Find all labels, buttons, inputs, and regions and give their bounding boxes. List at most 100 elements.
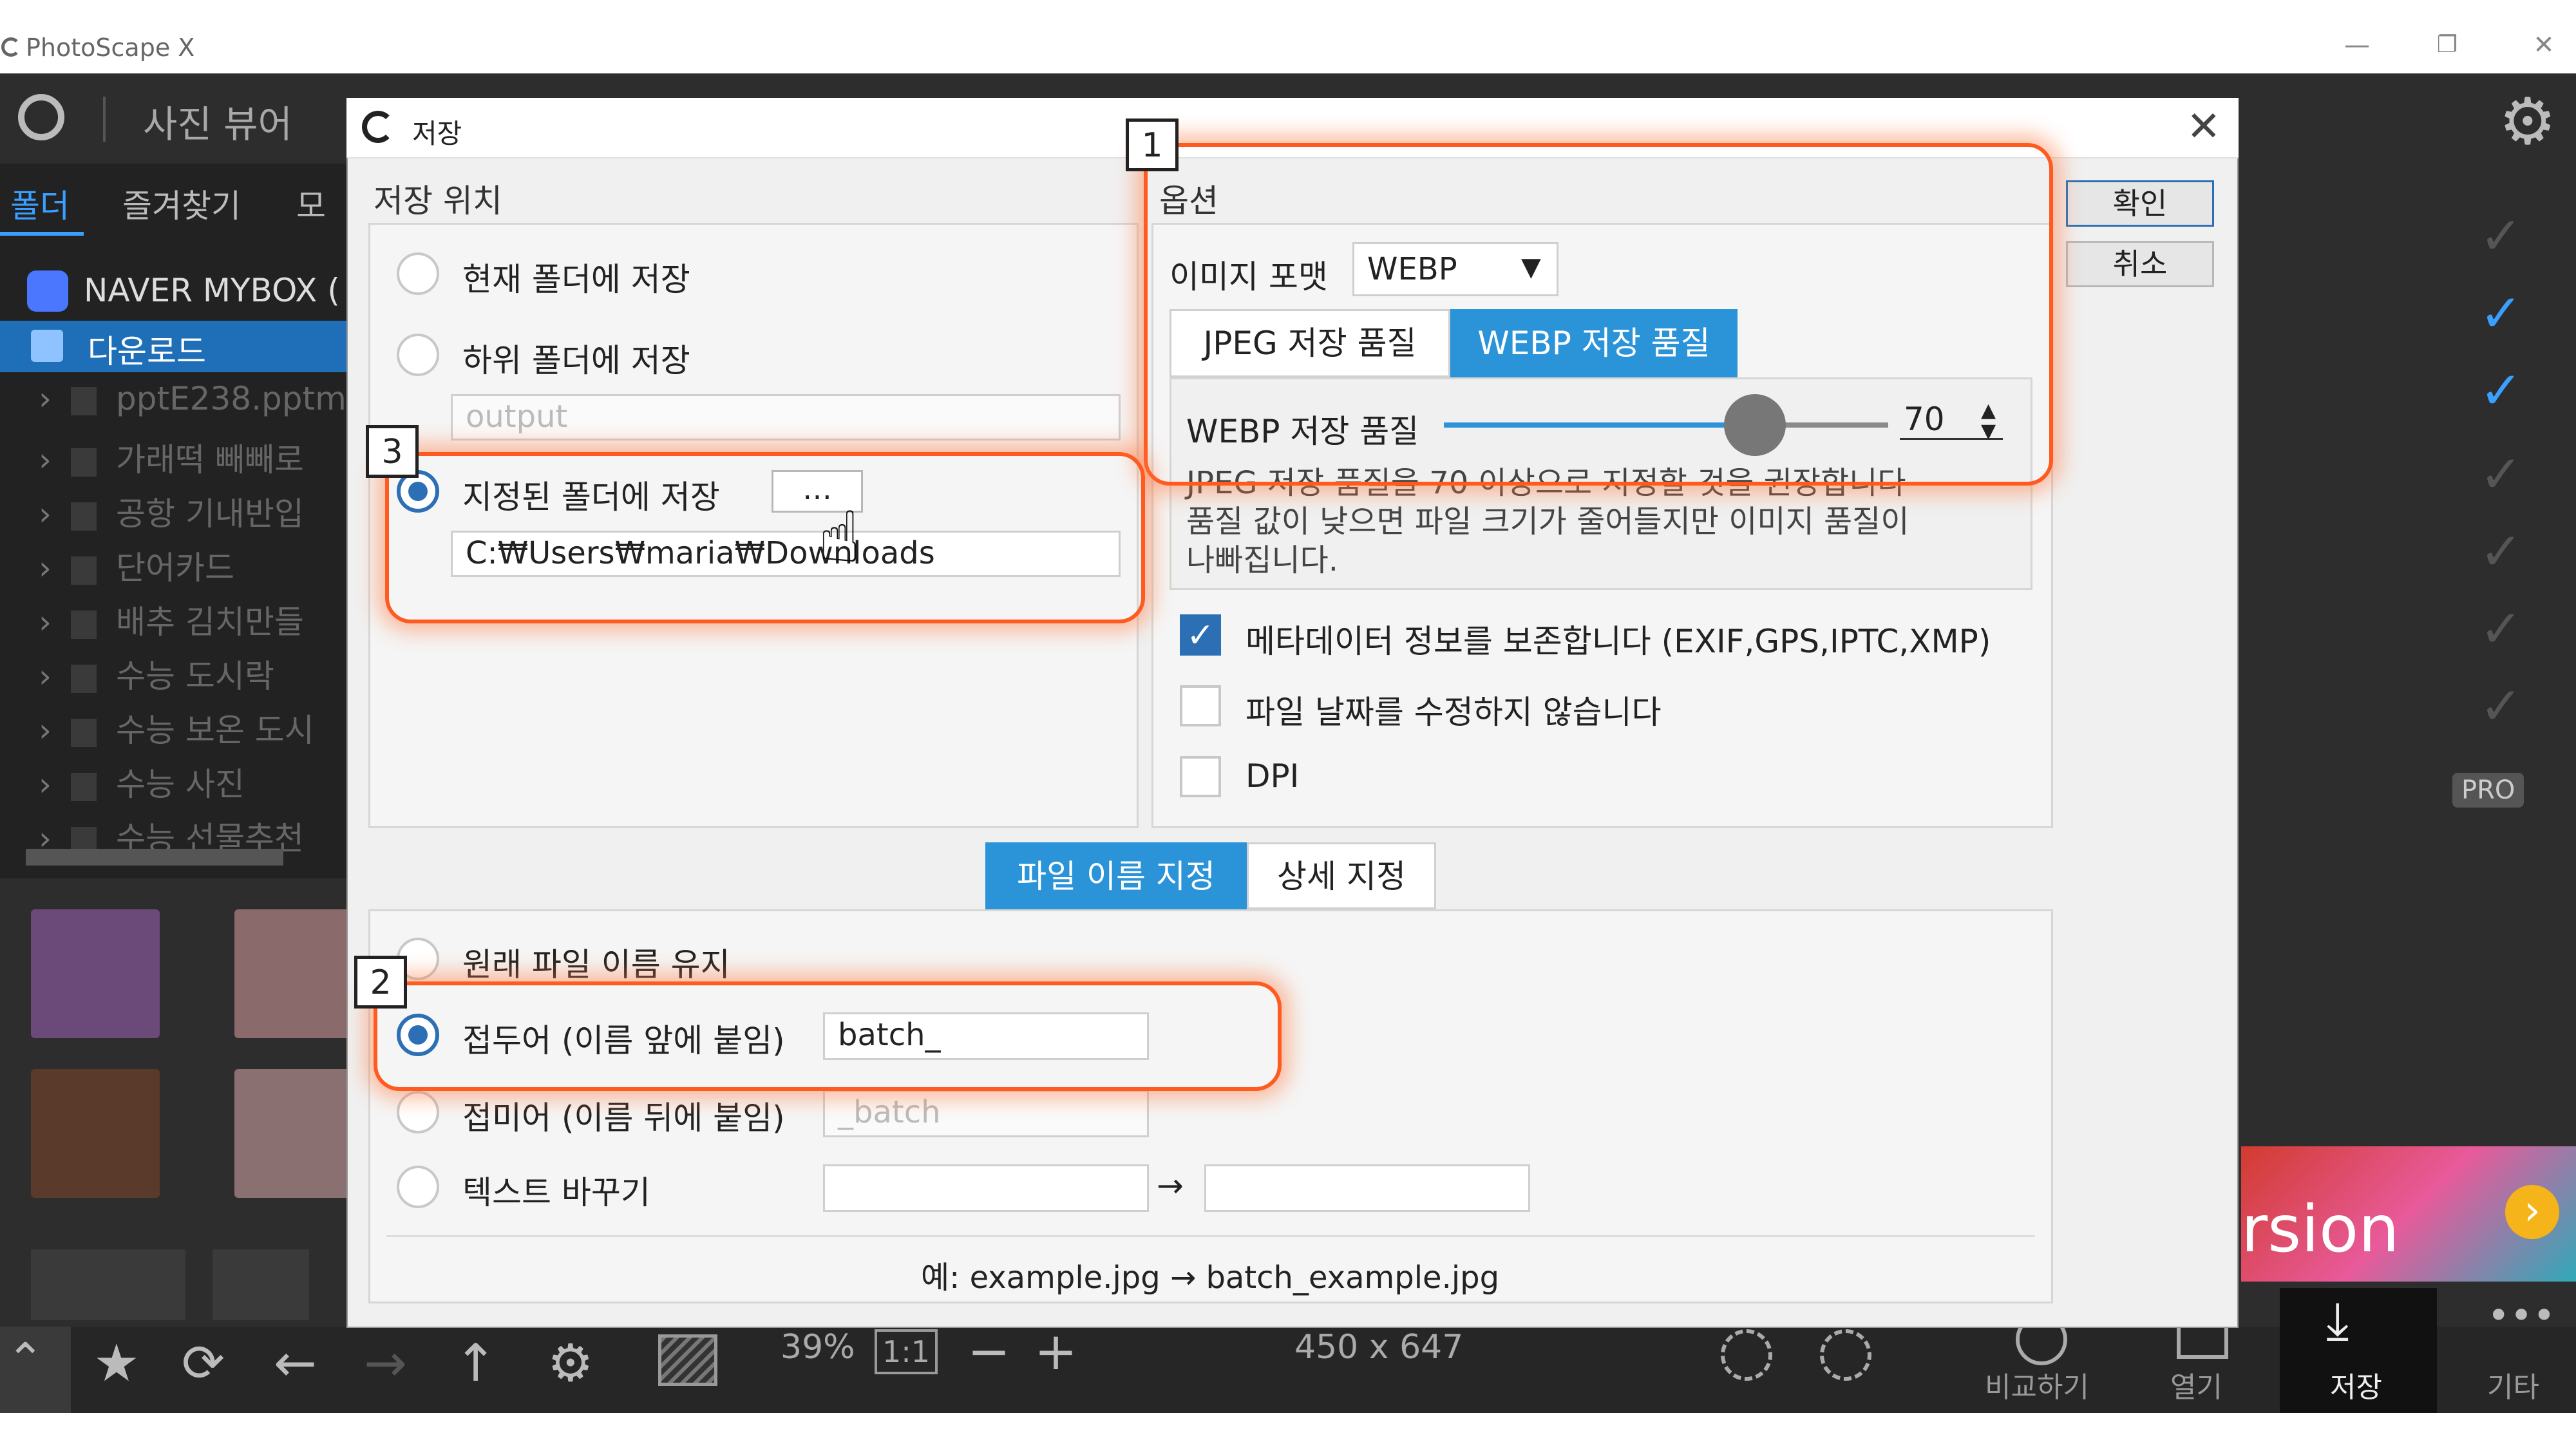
radio-current-folder-label[interactable]: 현재 폴더에 저장 — [462, 254, 690, 300]
tab-filename[interactable]: 파일 이름 지정 — [985, 842, 1247, 909]
thumbnail[interactable] — [31, 1249, 185, 1320]
dialog-title: 저장 — [412, 118, 462, 149]
zoom-in-button[interactable]: + — [1034, 1321, 1077, 1381]
tab-detail[interactable]: 상세 지정 — [1247, 842, 1436, 909]
highlight-folder — [385, 452, 1145, 623]
folder-icon — [71, 772, 97, 801]
check-icon: ✓ — [2479, 283, 2523, 343]
pro-badge: PRO — [2452, 773, 2524, 808]
dpi-checkbox[interactable] — [1180, 756, 1221, 797]
chevron-right-icon[interactable]: › — [2505, 1185, 2559, 1239]
tree-item[interactable]: › pptE238.pptm — [39, 380, 346, 434]
thumbnail[interactable] — [31, 1069, 160, 1198]
settings-gear-icon[interactable]: ⚙ — [547, 1333, 594, 1393]
rotate-icon[interactable]: ⟳ — [182, 1333, 225, 1393]
replace-from-input[interactable] — [823, 1164, 1149, 1212]
radio-suffix[interactable] — [397, 1091, 439, 1133]
replace-arrow: → — [1157, 1167, 1184, 1204]
tree-item[interactable]: › 수능 도시락 — [39, 650, 274, 705]
star-icon[interactable]: ★ — [93, 1333, 140, 1393]
left-tab-favorites[interactable]: 즐겨찾기 — [122, 180, 241, 227]
radio-current-folder[interactable] — [397, 252, 439, 295]
ok-button[interactable]: 확인 — [2066, 180, 2214, 227]
app-logo-icon — [1, 37, 21, 57]
folder-icon — [71, 610, 97, 639]
restore-button[interactable]: ❐ — [2428, 26, 2467, 64]
check-icon: ✓ — [2479, 522, 2523, 582]
chevron-right-icon: › — [39, 766, 52, 803]
arrow-up-icon[interactable]: ↑ — [454, 1333, 497, 1393]
highlight-prefix — [374, 981, 1282, 1091]
tree-item[interactable]: › 배추 김치만들 — [39, 596, 304, 650]
folder-icon — [71, 556, 97, 585]
one-to-one-button[interactable]: 1:1 — [875, 1329, 938, 1374]
filmstrip-icon[interactable] — [658, 1334, 717, 1386]
annotation-number: 2 — [354, 956, 407, 1009]
close-icon[interactable]: ✕ — [2186, 103, 2221, 151]
left-tab-underline — [0, 232, 84, 236]
thumbnail[interactable] — [234, 1069, 363, 1198]
tree-item[interactable]: › 수능 사진 — [39, 759, 245, 813]
app-title: PhotoScape X — [26, 33, 195, 62]
compare-label[interactable]: 비교하기 — [1985, 1364, 2089, 1405]
promo-text: rsion — [2241, 1191, 2400, 1267]
dpi-label[interactable]: DPI — [1245, 757, 1299, 795]
minimize-button[interactable]: — — [2338, 26, 2376, 64]
keep-original-label[interactable]: 원래 파일 이름 유지 — [462, 939, 730, 985]
replace-label[interactable]: 텍스트 바꾸기 — [462, 1167, 650, 1213]
thumbnail[interactable] — [213, 1249, 309, 1320]
annotation-number: 3 — [366, 425, 419, 478]
window-titlebar — [0, 0, 2576, 73]
viewer-title[interactable]: 사진 뷰어 — [143, 94, 292, 148]
thumbnail[interactable] — [31, 909, 160, 1038]
zoom-level[interactable]: 39% — [781, 1328, 855, 1367]
check-icon: ✓ — [2479, 206, 2523, 266]
save-label[interactable]: 저장 — [2330, 1364, 2382, 1405]
rotate-right-icon[interactable] — [1820, 1329, 1871, 1381]
settings-gear-icon[interactable]: ⚙ — [2499, 84, 2557, 159]
chevron-up-icon[interactable]: ⌃ — [6, 1333, 44, 1386]
chevron-right-icon: › — [39, 380, 52, 417]
left-tab-folder[interactable]: 폴더 — [10, 180, 70, 227]
more-label[interactable]: 기타 — [2487, 1364, 2539, 1405]
sub-folder-input[interactable]: output — [451, 394, 1121, 440]
zoom-out-button[interactable]: − — [967, 1321, 1010, 1381]
tree-item[interactable]: › 수능 보온 도시 — [39, 705, 314, 759]
metadata-checkbox[interactable]: ✓ — [1180, 614, 1221, 656]
folder-icon — [71, 718, 97, 747]
left-tab-more[interactable]: 모 — [296, 180, 326, 227]
suffix-input[interactable]: _batch — [823, 1090, 1149, 1137]
arrow-right-icon: → — [364, 1333, 408, 1393]
radio-sub-folder-label[interactable]: 하위 폴더에 저장 — [462, 335, 690, 381]
naver-mybox-icon — [27, 270, 68, 312]
file-date-checkbox[interactable] — [1180, 685, 1221, 726]
tree-header[interactable]: NAVER MYBOX ( — [84, 272, 340, 309]
radio-sub-folder[interactable] — [397, 334, 439, 376]
download-icon[interactable]: ⤓ — [2326, 1291, 2349, 1351]
tree-item[interactable]: › 단어카드 — [39, 542, 234, 596]
open-label[interactable]: 열기 — [2170, 1364, 2222, 1405]
chevron-right-icon: › — [39, 495, 52, 533]
toolbar-divider — [103, 97, 106, 142]
file-date-label[interactable]: 파일 날짜를 수정하지 않습니다 — [1245, 687, 1662, 733]
tree-item[interactable]: › 가래떡 빼빼로 — [39, 434, 304, 488]
photoscape-logo-icon[interactable] — [18, 94, 64, 140]
metadata-label[interactable]: 메타데이터 정보를 보존합니다 (EXIF,GPS,IPTC,XMP) — [1245, 616, 1991, 662]
suffix-label[interactable]: 접미어 (이름 뒤에 붙임) — [462, 1092, 785, 1139]
thumbnail[interactable] — [234, 909, 363, 1038]
replace-to-input[interactable] — [1204, 1164, 1530, 1212]
tree-scrollbar[interactable] — [26, 849, 283, 866]
open-icon[interactable] — [2177, 1327, 2228, 1359]
download-folder-icon — [31, 330, 63, 362]
tree-item[interactable]: › 공항 기내반입 — [39, 488, 304, 542]
quality-hint-3: 나빠집니다. — [1186, 542, 1339, 578]
more-icon[interactable]: ••• — [2487, 1293, 2555, 1338]
rotate-left-icon[interactable] — [1721, 1329, 1772, 1381]
cancel-button[interactable]: 취소 — [2066, 241, 2214, 287]
chevron-right-icon: › — [39, 549, 52, 587]
radio-replace[interactable] — [397, 1166, 439, 1208]
arrow-left-icon[interactable]: ← — [274, 1333, 317, 1393]
close-window-button[interactable]: ✕ — [2524, 26, 2563, 64]
folder-icon — [71, 664, 97, 693]
check-icon: ✓ — [2479, 361, 2523, 421]
